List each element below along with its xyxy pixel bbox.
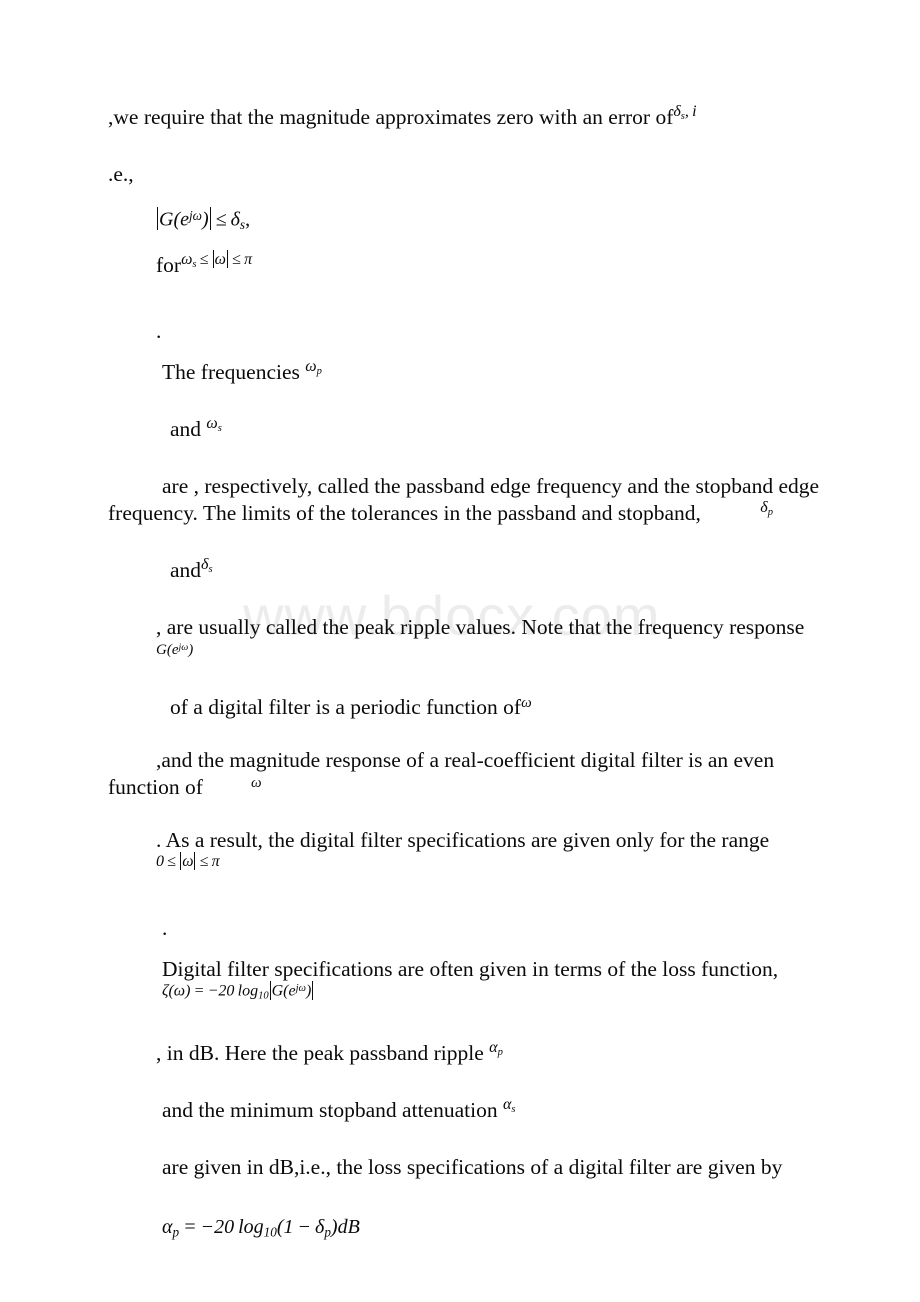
- math-alpha-p: αp: [489, 1039, 503, 1059]
- math-omega-s: ωs: [206, 415, 222, 435]
- text-peak-passband-ripple: , in dB. Here the peak passband ripple: [156, 1041, 484, 1066]
- text-peak-ripple-description: , are usually called the peak ripple val…: [156, 614, 805, 639]
- paragraph-specifications-range: . As a result, the digital filter specif…: [108, 827, 820, 883]
- paragraph-comma: ,: [108, 1286, 820, 1302]
- text-the-frequencies: The frequencies: [162, 360, 300, 385]
- math-G-leq-delta-s: G(ejω) ≤ δs,: [157, 207, 251, 233]
- math-omega-2: ω: [250, 775, 262, 792]
- math-loss-function: ζ(ω) = −20 log10 G(ejω): [162, 981, 314, 1002]
- text-and-1: and: [170, 417, 202, 442]
- paragraph-ie: .e.,: [108, 161, 820, 188]
- text-period-2: .: [162, 916, 168, 941]
- paragraph-for-range: forωs ≤ ω ≤ π: [108, 249, 820, 286]
- paragraph-error-of: ,we require that the magnitude approxima…: [108, 103, 820, 138]
- text-period-1: .: [156, 319, 162, 344]
- document-page: www.bdocx.com ,we require that the magni…: [0, 0, 920, 1302]
- paragraph-even-function: ,and the magnitude response of a real-co…: [108, 747, 820, 804]
- paragraph-period-2: .: [108, 915, 820, 942]
- document-body: ,we require that the magnitude approxima…: [108, 103, 820, 1302]
- paragraph-loss-function: Digital filter specifications are often …: [108, 956, 820, 1017]
- equation-alpha-p: αp = −20 log10(1 − δp)dB: [108, 1213, 820, 1246]
- paragraph-edge-frequencies: are , respectively, called the passband …: [108, 473, 820, 534]
- text-ie: .e.,: [108, 161, 134, 186]
- paragraph-and-delta-s: andδs: [108, 556, 820, 591]
- math-delta-s-i: δs, i: [673, 103, 697, 122]
- math-delta-s: δs: [201, 555, 213, 575]
- math-omega-p: ωp: [305, 358, 322, 378]
- paragraph-periodic-function: of a digital filter is a periodic functi…: [108, 694, 820, 724]
- math-omega-s-range: ωs ≤ ω ≤ π: [181, 249, 253, 271]
- paragraph-the-frequencies: The frequencies ωp: [108, 358, 820, 393]
- math-delta-p: δp: [760, 499, 773, 518]
- math-G-e-jomega: G(ejω): [156, 641, 194, 659]
- math-alpha-p-formula: αp = −20 log10(1 − δp)dB: [162, 1216, 360, 1241]
- equation-magnitude-bound: G(ejω) ≤ δs,: [108, 202, 820, 238]
- text-and-2: and: [170, 557, 202, 582]
- paragraph-minimum-stopband-attenuation: and the minimum stopband attenuation αs: [108, 1096, 820, 1131]
- paragraph-period-1: .: [108, 318, 820, 345]
- paragraph-peak-ripple-values: , are usually called the peak ripple val…: [108, 614, 820, 671]
- text-specifications-range: . As a result, the digital filter specif…: [156, 828, 770, 853]
- text-periodic-function: of a digital filter is a periodic functi…: [170, 695, 522, 720]
- math-zero-leq-omega-leq-pi: 0 ≤ ω ≤ π: [156, 851, 220, 871]
- text-comma: ,: [156, 1287, 162, 1302]
- text-minimum-stopband-attenuation: and the minimum stopband attenuation: [162, 1098, 498, 1123]
- text-for: for: [156, 253, 182, 278]
- paragraph-loss-specifications: are given in dB,i.e., the loss specifica…: [108, 1154, 820, 1181]
- text-we-require: ,we require that the magnitude approxima…: [108, 105, 674, 129]
- math-alpha-s: αs: [502, 1096, 516, 1116]
- paragraph-peak-passband-ripple: , in dB. Here the peak passband ripple α…: [108, 1039, 820, 1074]
- text-loss-specifications: are given in dB,i.e., the loss specifica…: [162, 1155, 783, 1180]
- paragraph-and-omega-s: and ωs: [108, 415, 820, 450]
- math-omega-1: ω: [521, 695, 532, 712]
